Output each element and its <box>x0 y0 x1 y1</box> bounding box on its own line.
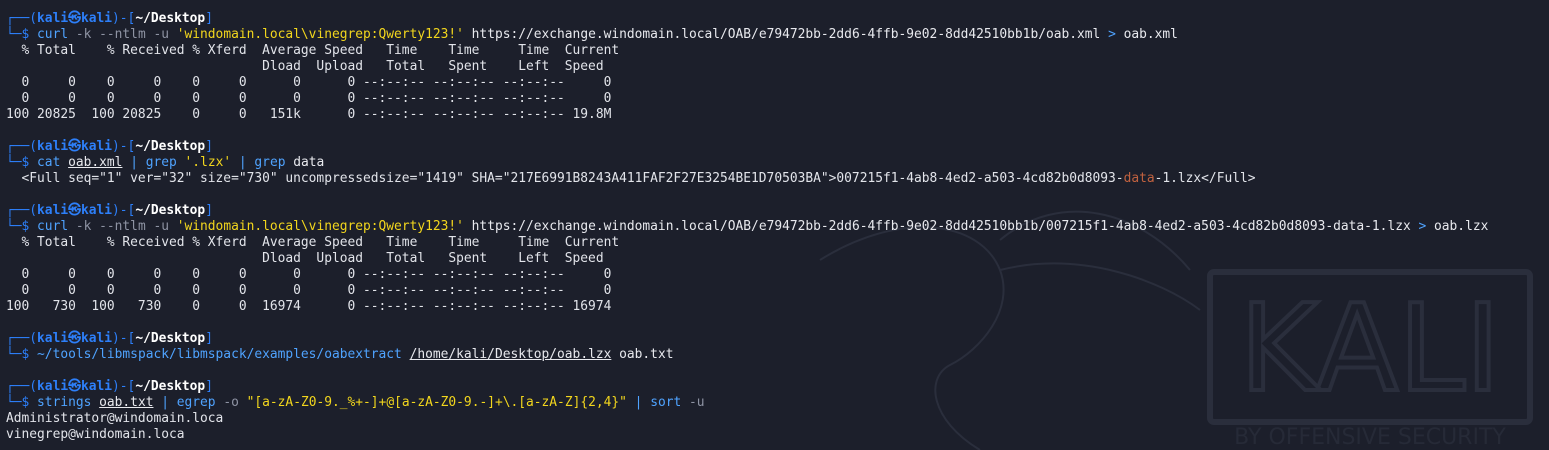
output-line: vinegrep@windomain.loca <box>6 427 185 442</box>
output-line: 100 730 100 730 0 0 16974 0 --:--:-- --:… <box>6 299 612 314</box>
command-line[interactable]: └─$ cat oab.xml | grep '.lzx' | grep dat… <box>6 155 324 171</box>
output-line: 0 0 0 0 0 0 0 0 --:--:-- --:--:-- --:--:… <box>6 267 612 282</box>
output-line: Dload Upload Total Spent Left Speed <box>6 59 604 74</box>
prompt-header: ┌──(kali㉿kali)-[~/Desktop] <box>6 331 213 346</box>
output-line: 0 0 0 0 0 0 0 0 --:--:-- --:--:-- --:--:… <box>6 91 612 106</box>
terminal-window[interactable]: KALI BY OFFENSIVE SECURITY ┌──(kali㉿kali… <box>0 0 1549 450</box>
prompt-header: ┌──(kali㉿kali)-[~/Desktop] <box>6 379 213 394</box>
output-line: 0 0 0 0 0 0 0 0 --:--:-- --:--:-- --:--:… <box>6 283 612 298</box>
grep-match-highlight: data <box>1123 171 1155 186</box>
output-line: % Total % Received % Xferd Average Speed… <box>6 235 620 250</box>
kali-dragon-watermark: KALI BY OFFENSIVE SECURITY <box>819 210 1533 450</box>
command-line[interactable]: └─$ curl -k --ntlm -u 'windomain.local\v… <box>6 27 1178 43</box>
output-line: Administrator@windomain.loca <box>6 411 224 426</box>
output-line: % Total % Received % Xferd Average Speed… <box>6 43 620 58</box>
command-line[interactable]: └─$ curl -k --ntlm -u 'windomain.local\v… <box>6 219 1488 235</box>
output-line: 0 0 0 0 0 0 0 0 --:--:-- --:--:-- --:--:… <box>6 75 612 90</box>
prompt-header: ┌──(kali㉿kali)-[~/Desktop] <box>6 139 213 154</box>
command-line[interactable]: └─$ strings oab.txt | egrep -o "[a-zA-Z0… <box>6 395 705 411</box>
command-line[interactable]: └─$ ~/tools/libmspack/libmspack/examples… <box>6 347 673 363</box>
watermark-tagline: BY OFFENSIVE SECURITY <box>1234 425 1506 450</box>
output-line: Dload Upload Total Spent Left Speed <box>6 251 604 266</box>
output-line: 100 20825 100 20825 0 0 151k 0 --:--:-- … <box>6 107 612 122</box>
prompt-header: ┌──(kali㉿kali)-[~/Desktop] <box>6 11 213 26</box>
output-line: <Full seq="1" ver="32" size="730" uncomp… <box>6 171 1256 186</box>
watermark-text: KALI <box>1240 280 1501 419</box>
prompt-header: ┌──(kali㉿kali)-[~/Desktop] <box>6 203 213 218</box>
